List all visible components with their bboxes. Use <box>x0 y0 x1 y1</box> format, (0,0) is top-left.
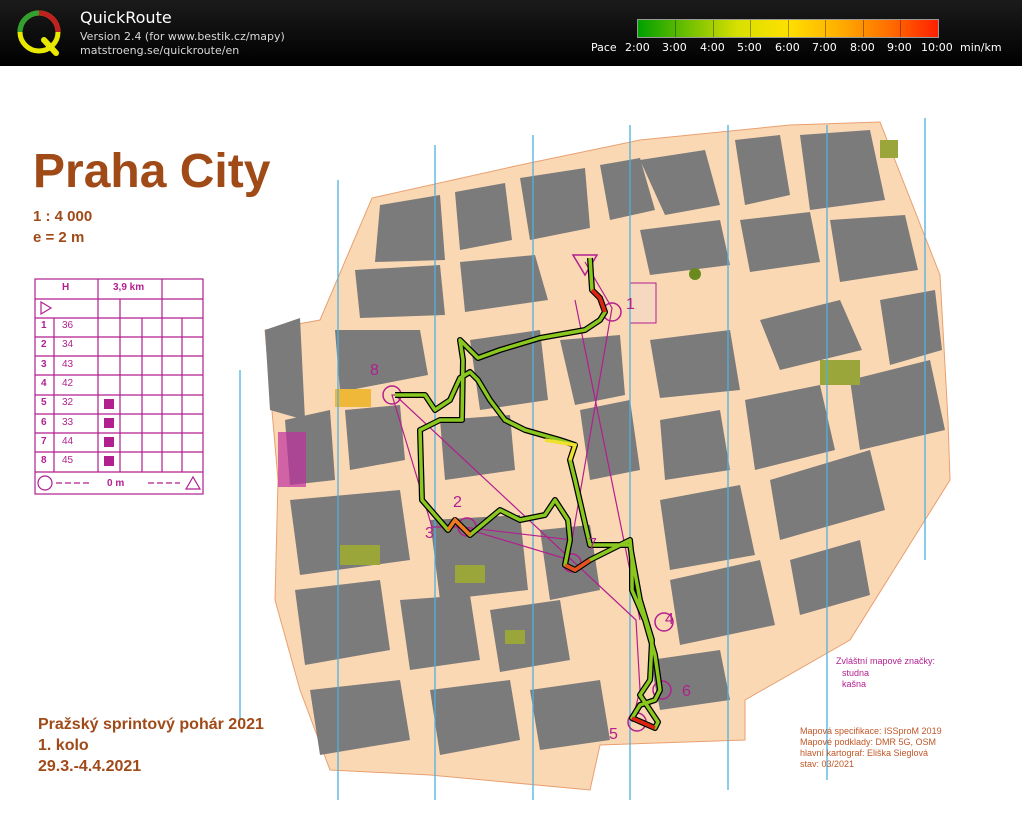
pace-tick-label: 9:00 <box>887 41 912 54</box>
legend-item-kasna: kašna <box>842 679 867 689</box>
description-control-number: 6 <box>41 416 47 428</box>
control-label-2: 2 <box>453 494 462 511</box>
event-dates: 29.3.-4.4.2021 <box>38 758 142 775</box>
pace-tick-label: 10:00 <box>921 41 953 54</box>
credit-line: stav: 03/2021 <box>800 759 855 769</box>
pace-tick-label: 8:00 <box>850 41 875 54</box>
control-label-7: 7 <box>588 536 597 553</box>
description-control-code: 32 <box>62 397 74 409</box>
description-control-number: 8 <box>41 455 47 467</box>
app-header: QuickRoute Version 2.4 (for www.bestik.c… <box>0 0 1022 66</box>
pace-tick-label: 7:00 <box>812 41 837 54</box>
event-round: 1. kolo <box>38 737 89 754</box>
pace-tick-label: 5:00 <box>737 41 762 54</box>
control-description-sheet <box>34 278 204 495</box>
control-label-4: 4 <box>665 611 674 628</box>
control-label-1: 1 <box>626 296 635 313</box>
description-control-number: 2 <box>41 339 47 351</box>
pace-tick-label: 2:00 <box>625 41 650 54</box>
description-class: H <box>62 282 70 293</box>
pace-tick-label: 4:00 <box>700 41 725 54</box>
legend-item-studna: studna <box>842 668 870 678</box>
description-control-code: 43 <box>62 358 74 370</box>
description-control-number: 3 <box>41 358 47 370</box>
app-title: QuickRoute <box>80 8 172 27</box>
map-scale: 1 : 4 000 <box>33 208 93 225</box>
pace-unit: min/km <box>960 41 1002 54</box>
pace-tick-label: 3:00 <box>662 41 687 54</box>
description-control-code: 33 <box>62 416 74 428</box>
description-control-code: 42 <box>62 377 74 389</box>
description-control-number: 1 <box>41 320 47 331</box>
credit-line: Mapové podklady: DMR 5G, OSM <box>800 737 937 747</box>
credit-line: Mapová specifikace: ISSproM 2019 <box>800 726 942 736</box>
control-label-8: 8 <box>370 362 379 379</box>
description-control-code: 34 <box>62 339 74 351</box>
legend-title: Zvláštní mapové značky: <box>836 656 936 666</box>
description-control-number: 5 <box>41 397 47 409</box>
finish-distance: 0 m <box>107 478 125 489</box>
description-control-number: 4 <box>41 377 47 389</box>
pace-color-scale <box>637 19 939 38</box>
map-equidistance: e = 2 m <box>33 229 85 246</box>
description-control-code: 36 <box>62 320 74 331</box>
control-label-5: 5 <box>609 726 618 743</box>
description-length: 3,9 km <box>113 282 145 293</box>
app-url: matstroeng.se/quickroute/en <box>80 44 240 57</box>
pace-label: Pace <box>591 41 617 54</box>
event-name: Pražský sprintový pohár 2021 <box>38 716 264 733</box>
description-control-number: 7 <box>41 435 47 447</box>
description-control-code: 44 <box>62 435 74 447</box>
map-title: Praha City <box>33 145 271 198</box>
app-version: Version 2.4 (for www.bestik.cz/mapy) <box>80 30 285 43</box>
control-label-3: 3 <box>425 525 434 542</box>
control-label-6: 6 <box>682 683 691 700</box>
pace-tick-label: 6:00 <box>775 41 800 54</box>
description-control-code: 45 <box>62 455 74 467</box>
quickroute-logo-icon <box>17 10 61 56</box>
map-view[interactable]: Praha City 1 : 4 000 e = 2 m H 3,9 km 1 3… <box>0 66 1022 834</box>
credit-line: hlavní kartograf: Eliška Sieglová <box>800 748 929 758</box>
